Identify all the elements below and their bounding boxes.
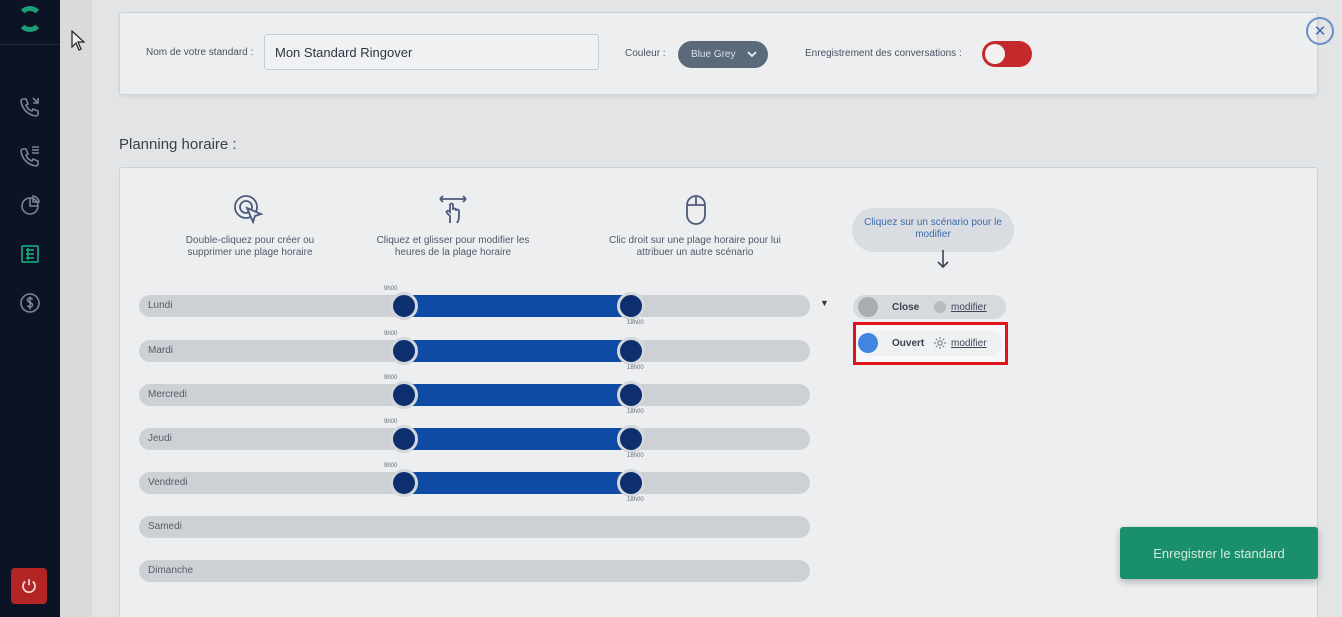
hint-double-click: Double-cliquez pour créer ou supprimer u… xyxy=(185,235,315,258)
range-start-time: 9h00 xyxy=(384,286,398,292)
time-range-bar[interactable] xyxy=(404,428,631,450)
hint-drag: Cliquez et glisser pour modifier les heu… xyxy=(376,235,530,258)
sidebar-divider xyxy=(0,44,60,45)
gear-icon[interactable] xyxy=(933,336,947,350)
scenario-hint-bubble: Cliquez sur un scénario pour le modifier xyxy=(852,208,1014,252)
double-click-icon xyxy=(234,195,264,225)
sidebar xyxy=(0,0,60,617)
range-end-handle[interactable] xyxy=(617,425,645,453)
standard-name-label: Nom de votre standard : xyxy=(146,47,254,58)
day-label: Jeudi xyxy=(148,433,172,444)
toggle-knob xyxy=(985,44,1005,64)
day-track[interactable] xyxy=(139,560,810,582)
range-end-time: 18h00 xyxy=(627,320,644,326)
range-start-handle[interactable] xyxy=(390,292,418,320)
range-end-handle[interactable] xyxy=(617,337,645,365)
range-start-time: 9h00 xyxy=(384,463,398,469)
recording-toggle[interactable] xyxy=(982,41,1032,67)
range-end-handle[interactable] xyxy=(617,469,645,497)
analytics-pie-icon[interactable] xyxy=(16,191,44,219)
range-start-time: 9h00 xyxy=(384,331,398,337)
standard-name-input[interactable] xyxy=(264,34,599,70)
logout-power-button[interactable] xyxy=(11,568,47,604)
scenario-close-dot xyxy=(858,297,878,317)
save-standard-button[interactable]: Enregistrer le standard xyxy=(1120,527,1318,579)
planning-title: Planning horaire : xyxy=(119,136,237,153)
range-start-handle[interactable] xyxy=(390,337,418,365)
recording-label: Enregistrement des conversations : xyxy=(805,48,962,59)
day-label: Samedi xyxy=(148,521,182,532)
billing-dollar-icon[interactable] xyxy=(16,289,44,317)
range-end-time: 18h00 xyxy=(627,365,644,371)
power-icon xyxy=(22,579,36,594)
range-start-time: 9h00 xyxy=(384,375,398,381)
call-list-icon[interactable] xyxy=(16,142,44,170)
caret-down-icon[interactable]: ▼ xyxy=(820,298,829,308)
range-end-time: 18h00 xyxy=(627,409,644,415)
range-end-time: 18h00 xyxy=(627,497,644,503)
chevron-down-icon xyxy=(747,51,757,58)
range-end-time: 18h00 xyxy=(627,453,644,459)
scenario-open-name: Ouvert xyxy=(892,338,925,349)
day-track[interactable] xyxy=(139,516,810,538)
time-range-bar[interactable] xyxy=(404,384,631,406)
time-range-bar[interactable] xyxy=(404,295,631,317)
time-range-bar[interactable] xyxy=(404,472,631,494)
color-label: Couleur : xyxy=(625,48,666,59)
day-label: Vendredi xyxy=(148,477,188,488)
arrow-down-icon xyxy=(937,250,949,269)
scenario-open-dot xyxy=(858,333,878,353)
ringover-logo-icon[interactable] xyxy=(17,6,43,32)
range-start-handle[interactable] xyxy=(390,381,418,409)
day-label: Dimanche xyxy=(148,565,194,576)
mouse-icon xyxy=(686,195,706,225)
scenario-close-modify-link[interactable]: modifier xyxy=(951,302,987,313)
range-start-handle[interactable] xyxy=(390,469,418,497)
phone-calls-icon[interactable] xyxy=(16,93,44,121)
day-label: Mercredi xyxy=(148,389,187,400)
time-range-bar[interactable] xyxy=(404,340,631,362)
day-label: Mardi xyxy=(148,345,174,356)
hint-right-click: Clic droit sur une plage horaire pour lu… xyxy=(609,235,781,258)
range-start-handle[interactable] xyxy=(390,425,418,453)
ivr-standard-icon[interactable] xyxy=(16,240,44,268)
color-select[interactable]: Blue Grey xyxy=(678,41,768,68)
gear-icon[interactable] xyxy=(933,300,947,314)
day-label: Lundi xyxy=(148,300,173,311)
range-end-handle[interactable] xyxy=(617,292,645,320)
close-icon[interactable]: ✕ xyxy=(1306,17,1334,45)
mouse-cursor-icon xyxy=(71,30,86,51)
sidebar-gutter xyxy=(60,0,92,617)
color-select-value: Blue Grey xyxy=(691,49,736,60)
scenario-close-name: Close xyxy=(892,302,920,313)
scenario-open-modify-link[interactable]: modifier xyxy=(951,338,987,349)
drag-icon xyxy=(439,195,467,224)
range-start-time: 9h00 xyxy=(384,419,398,425)
range-end-handle[interactable] xyxy=(617,381,645,409)
